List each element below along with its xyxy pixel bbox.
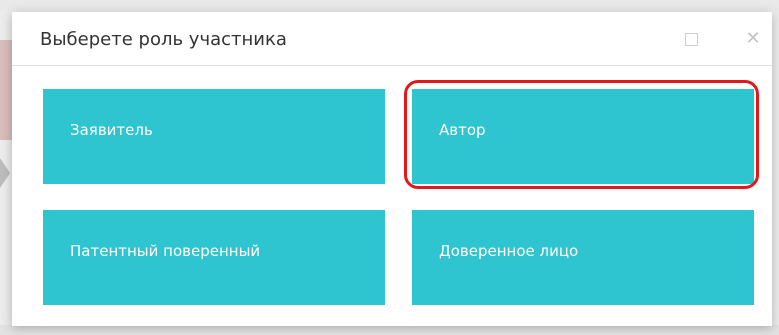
close-icon[interactable]: ✕ (743, 27, 763, 51)
maximize-icon[interactable] (685, 33, 698, 46)
backdrop-bottom (0, 325, 779, 335)
role-select-dialog: Выберете роль участника ✕ Заявитель Авто… (12, 12, 772, 326)
backdrop-top (0, 0, 779, 10)
role-tile-trustee[interactable]: Доверенное лицо (412, 210, 754, 305)
role-tile-author[interactable]: Автор (412, 89, 754, 184)
dialog-header: Выберете роль участника ✕ (12, 12, 772, 66)
role-tile-label: Доверенное лицо (439, 242, 579, 260)
role-tile-patent-attorney[interactable]: Патентный поверенный (43, 210, 385, 305)
role-tile-applicant[interactable]: Заявитель (43, 89, 385, 184)
role-tile-label: Автор (439, 121, 486, 139)
role-tile-label: Патентный поверенный (70, 242, 261, 260)
dialog-title: Выберете роль участника (40, 29, 287, 50)
backdrop-left (0, 40, 12, 140)
role-tile-label: Заявитель (70, 121, 153, 139)
backdrop-arrow-icon (0, 158, 10, 188)
